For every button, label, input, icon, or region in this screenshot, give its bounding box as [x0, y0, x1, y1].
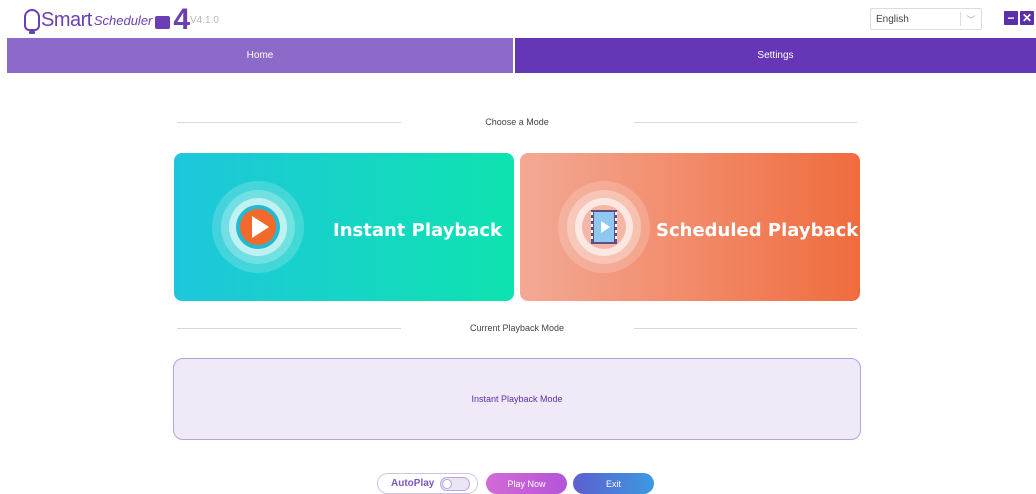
- scheduled-playback-label: Scheduled Playback: [656, 220, 859, 241]
- calendar-icon: [155, 15, 171, 29]
- language-value: English: [876, 13, 909, 25]
- tab-home-label: Home: [246, 50, 274, 61]
- current-mode-title: Current Playback Mode: [469, 323, 565, 333]
- play-now-label: Play Now: [507, 478, 546, 489]
- logo-text-smart: Smart: [41, 8, 92, 31]
- tab-settings-label: Settings: [757, 50, 794, 61]
- exit-label: Exit: [605, 478, 621, 489]
- autoplay-label: AutoPlay: [391, 478, 435, 489]
- version-label: V4.1.0: [190, 15, 219, 26]
- minus-icon: −: [1007, 11, 1015, 25]
- autoplay-control: AutoPlay: [377, 473, 478, 494]
- divider-right: [634, 122, 857, 123]
- close-button[interactable]: ✕: [1020, 11, 1034, 25]
- current-mode-value: Instant Playback Mode: [471, 394, 563, 404]
- autoplay-toggle[interactable]: [440, 476, 471, 491]
- logo-number: 4: [173, 3, 191, 36]
- language-select[interactable]: English ﹀: [870, 8, 982, 30]
- logo-text-scheduler: Scheduler: [93, 12, 153, 28]
- app-logo: Smart Scheduler 4: [24, 3, 191, 36]
- close-icon: ✕: [1021, 11, 1033, 25]
- film-icon: [558, 181, 650, 273]
- chevron-down-icon[interactable]: ﹀: [961, 13, 981, 26]
- lightbulb-icon: [24, 9, 40, 34]
- scheduled-playback-card[interactable]: Scheduled Playback: [520, 153, 860, 301]
- divider-left-2: [177, 328, 401, 329]
- play-now-button[interactable]: Play Now: [486, 473, 567, 494]
- tab-settings[interactable]: Settings: [515, 38, 1036, 73]
- main-nav: Home Settings: [7, 38, 1036, 73]
- toggle-knob: [442, 478, 453, 489]
- instant-playback-label: Instant Playback: [333, 220, 503, 241]
- divider-left: [177, 122, 401, 123]
- choose-mode-title: Choose a Mode: [485, 117, 549, 127]
- current-mode-box: Instant Playback Mode: [173, 358, 861, 440]
- play-icon: [212, 181, 304, 273]
- instant-playback-card[interactable]: Instant Playback: [174, 153, 514, 301]
- divider-right-2: [634, 328, 857, 329]
- tab-home[interactable]: Home: [7, 38, 513, 73]
- title-bar: Smart Scheduler 4 V4.1.0 English ﹀ − ✕: [0, 0, 1036, 38]
- minimize-button[interactable]: −: [1004, 11, 1018, 25]
- exit-button[interactable]: Exit: [573, 473, 654, 494]
